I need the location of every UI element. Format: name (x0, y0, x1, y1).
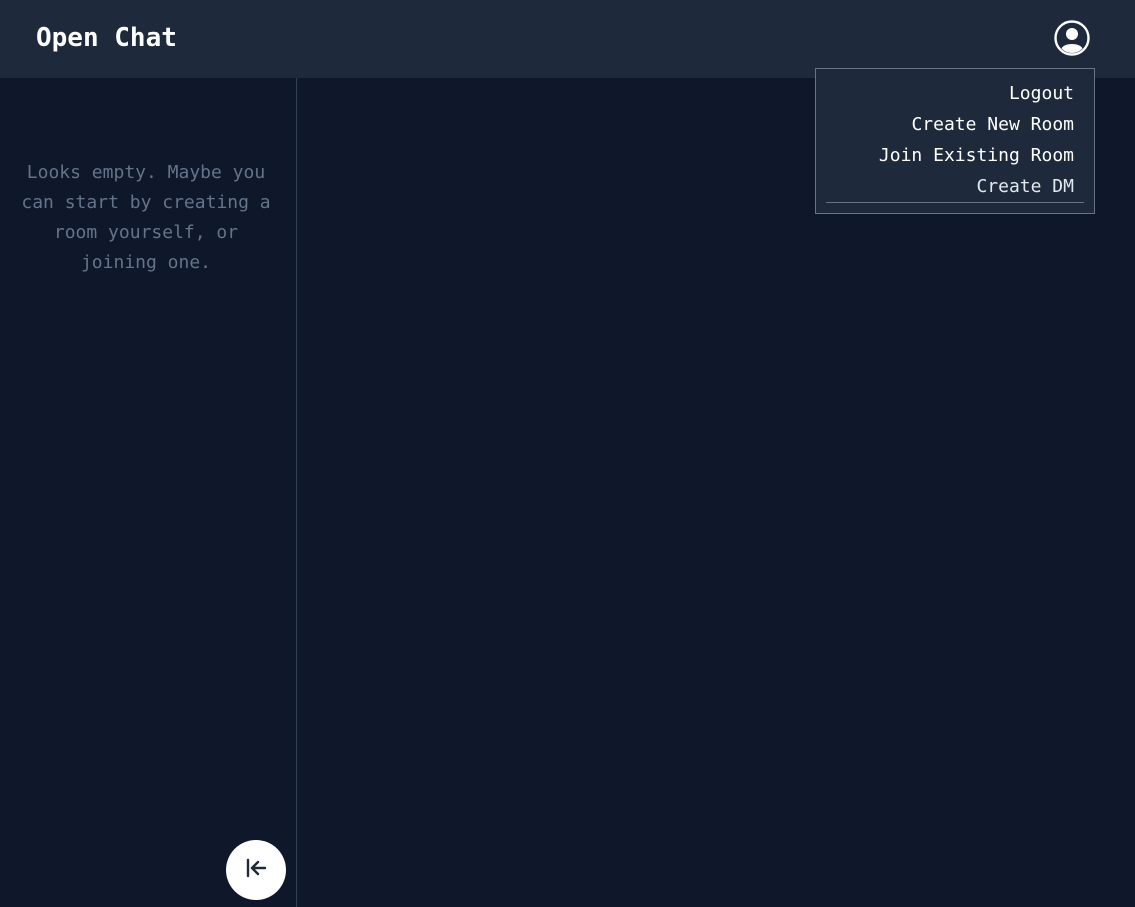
empty-rooms-message: Looks empty. Maybe you can start by crea… (21, 162, 271, 273)
profile-dropdown-menu: Logout Create New Room Join Existing Roo… (815, 68, 1095, 214)
menu-divider (826, 202, 1084, 203)
room-sidebar: Looks empty. Maybe you can start by crea… (0, 78, 297, 907)
profile-button[interactable] (1054, 20, 1090, 56)
join-room-menu-item[interactable]: Join Existing Room (879, 144, 1074, 168)
top-bar: Open Chat (0, 0, 1135, 78)
collapse-sidebar-button[interactable] (226, 840, 286, 900)
create-dm-menu-item[interactable]: Create DM (976, 175, 1074, 199)
app-window: Open Chat Looks empty. Maybe you can sta… (0, 0, 1135, 907)
logout-menu-item[interactable]: Logout (1009, 82, 1074, 106)
create-room-menu-item[interactable]: Create New Room (911, 113, 1074, 137)
user-circle-icon (1054, 20, 1090, 56)
app-title: Open Chat (36, 23, 177, 53)
collapse-left-icon (244, 856, 268, 884)
